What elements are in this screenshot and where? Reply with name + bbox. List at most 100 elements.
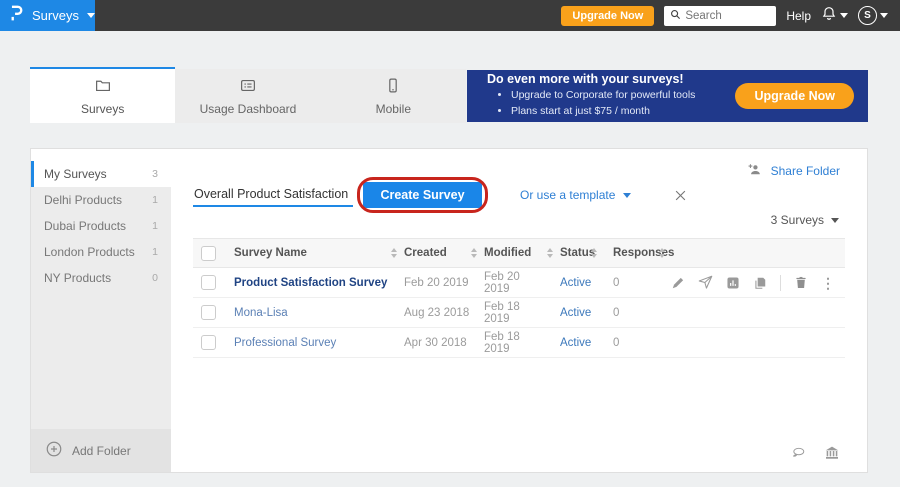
responses-count: 0 — [604, 277, 659, 289]
copy-icon — [753, 276, 767, 290]
status-link[interactable]: Active — [560, 337, 591, 349]
modified-date: Feb 18 2019 — [484, 301, 547, 325]
folder-label: Dubai Products — [44, 219, 126, 233]
create-survey-button[interactable]: Create Survey — [363, 182, 482, 208]
survey-name-input[interactable] — [193, 183, 353, 207]
banner-upgrade-button[interactable]: Upgrade Now — [735, 83, 854, 109]
add-folder-button[interactable]: Add Folder — [31, 429, 171, 472]
product-menu-label: Surveys — [32, 8, 79, 23]
created-date: Apr 30 2018 — [404, 337, 471, 349]
banner-bullets: Upgrade to Corporate for powerful tools … — [487, 88, 695, 120]
more-actions-button[interactable]: ⋮ — [821, 276, 835, 290]
header-modified[interactable]: Modified — [484, 247, 547, 259]
edit-button[interactable] — [671, 276, 685, 290]
sort-icon[interactable] — [547, 248, 560, 258]
header-survey-name[interactable]: Survey Name — [234, 247, 391, 259]
copy-button[interactable] — [753, 276, 767, 290]
folder-count: 1 — [152, 220, 158, 232]
survey-name-link[interactable]: Product Satisfaction Survey — [234, 277, 387, 289]
share-user-icon — [746, 162, 763, 180]
folders-sidebar: My Surveys 3 Delhi Products 1 Dubai Prod… — [31, 149, 171, 472]
tab-bar: Surveys Usage Dashboard Mobile — [30, 69, 466, 123]
surveys-table: Survey Name Created Modified Status Resp… — [193, 238, 845, 358]
header-created[interactable]: Created — [404, 247, 471, 259]
reports-button[interactable] — [726, 276, 740, 290]
sidebar-spacer — [31, 149, 171, 161]
product-menu[interactable]: Surveys — [0, 0, 95, 31]
survey-name-link[interactable]: Mona-Lisa — [234, 307, 288, 319]
responses-count: 0 — [604, 337, 659, 349]
row-checkbox[interactable] — [201, 275, 216, 290]
help-link[interactable]: Help — [786, 9, 811, 23]
feedback-button[interactable] — [790, 446, 807, 460]
search-input[interactable] — [685, 10, 765, 22]
chevron-down-icon — [623, 193, 631, 198]
close-icon — [673, 188, 688, 203]
sidebar-item-london-products[interactable]: London Products 1 — [31, 239, 171, 265]
banner-title: Do even more with your surveys! — [487, 72, 695, 86]
folder-count: 3 — [152, 168, 158, 180]
sort-icon[interactable] — [591, 248, 604, 258]
distribute-button[interactable] — [698, 275, 713, 290]
search-icon — [670, 7, 681, 25]
row-actions: ⋮ — [671, 275, 845, 291]
banner-bullet: Plans start at just $75 / month — [511, 104, 695, 120]
delete-button[interactable] — [794, 275, 808, 290]
mobile-icon — [383, 77, 403, 97]
add-folder-label: Add Folder — [72, 444, 131, 458]
sidebar-item-my-surveys[interactable]: My Surveys 3 — [31, 161, 171, 187]
table-row: Product Satisfaction Survey Feb 20 2019 … — [193, 268, 845, 298]
survey-bank-button[interactable] — [824, 445, 840, 461]
bank-icon — [824, 445, 840, 461]
tab-label: Mobile — [376, 102, 411, 116]
chevron-down-icon — [840, 13, 848, 18]
pencil-icon — [671, 276, 685, 290]
survey-name-link[interactable]: Professional Survey — [234, 337, 336, 349]
sort-icon[interactable] — [391, 248, 404, 258]
status-link[interactable]: Active — [560, 307, 591, 319]
sidebar-item-delhi-products[interactable]: Delhi Products 1 — [31, 187, 171, 213]
select-all-checkbox[interactable] — [201, 246, 216, 261]
bar-chart-icon — [726, 276, 740, 290]
share-folder-label: Share Folder — [771, 164, 840, 178]
panel-footer-tools — [790, 445, 840, 461]
surveys-panel: My Surveys 3 Delhi Products 1 Dubai Prod… — [30, 148, 868, 473]
account-menu[interactable]: S — [858, 6, 888, 25]
sidebar-item-ny-products[interactable]: NY Products 0 — [31, 265, 171, 291]
header-status[interactable]: Status — [560, 247, 591, 259]
divider — [780, 275, 781, 291]
close-button[interactable] — [673, 188, 688, 203]
avatar: S — [858, 6, 877, 25]
surveys-count-label: 3 Surveys — [771, 213, 824, 227]
header-responses[interactable]: Responses — [604, 247, 659, 259]
tab-mobile[interactable]: Mobile — [321, 69, 466, 123]
row-checkbox[interactable] — [201, 305, 216, 320]
folder-label: Delhi Products — [44, 193, 122, 207]
sort-icon[interactable] — [659, 248, 672, 258]
folder-label: My Surveys — [44, 167, 107, 181]
tab-surveys[interactable]: Surveys — [30, 69, 175, 123]
row-checkbox[interactable] — [201, 335, 216, 350]
upgrade-now-button[interactable]: Upgrade Now — [561, 6, 654, 26]
upgrade-banner: Do even more with your surveys! Upgrade … — [467, 70, 868, 122]
tab-usage-dashboard[interactable]: Usage Dashboard — [175, 69, 320, 123]
bell-icon — [821, 5, 837, 26]
table-header-row: Survey Name Created Modified Status Resp… — [193, 238, 845, 268]
sort-icon[interactable] — [471, 248, 484, 258]
send-icon — [698, 275, 713, 290]
share-folder-button[interactable]: Share Folder — [746, 162, 840, 180]
use-template-link[interactable]: Or use a template — [520, 188, 631, 202]
created-date: Aug 23 2018 — [404, 307, 471, 319]
folder-icon — [93, 77, 113, 97]
notifications-button[interactable] — [821, 5, 848, 26]
dashboard-icon — [238, 77, 258, 97]
chevron-down-icon — [87, 13, 95, 18]
trash-icon — [794, 275, 808, 290]
created-date: Feb 20 2019 — [404, 277, 471, 289]
sidebar-item-dubai-products[interactable]: Dubai Products 1 — [31, 213, 171, 239]
folder-label: London Products — [44, 245, 135, 259]
search-box[interactable] — [664, 6, 776, 26]
status-link[interactable]: Active — [560, 277, 591, 289]
table-row: Professional Survey Apr 30 2018 Feb 18 2… — [193, 328, 845, 358]
surveys-count-dropdown[interactable]: 3 Surveys — [771, 213, 839, 227]
